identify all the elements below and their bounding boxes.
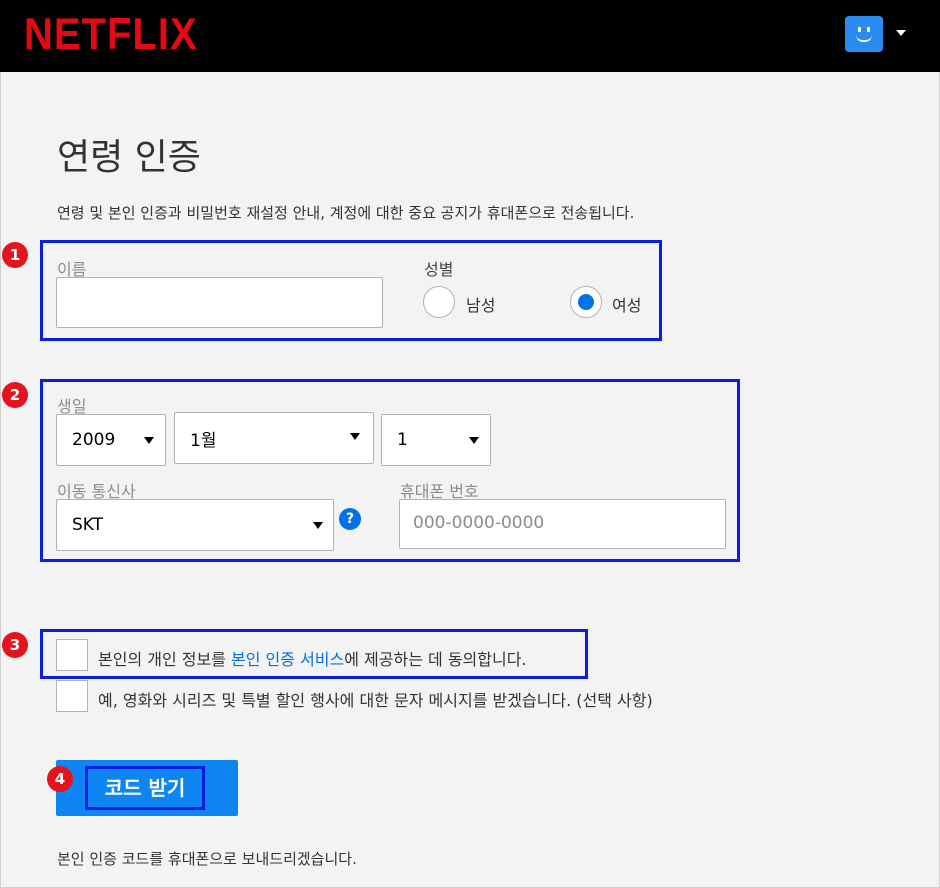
chevron-down-icon [144, 437, 154, 444]
get-code-button[interactable]: 코드 받기 [56, 760, 238, 816]
chevron-down-icon [350, 433, 360, 440]
chevron-down-icon [469, 437, 479, 444]
birth-year-select[interactable]: 2009 [56, 414, 166, 466]
gender-label: 성별 [424, 260, 454, 279]
profile-avatar-icon[interactable] [845, 16, 883, 52]
consent-text-post: 에 제공하는 데 동의합니다. [344, 650, 527, 669]
birth-month-value: 1월 [190, 431, 217, 451]
birth-year-value: 2009 [72, 430, 116, 450]
gender-female-label[interactable]: 여성 [612, 292, 641, 316]
gender-female-radio[interactable] [570, 286, 602, 318]
profile-caret-icon[interactable] [896, 30, 906, 36]
chevron-down-icon [313, 522, 323, 529]
get-code-label: 코드 받기 [85, 766, 205, 810]
gender-male-label[interactable]: 남성 [466, 292, 495, 316]
step-badge-3: 3 [2, 632, 28, 658]
identity-service-link[interactable]: 본인 인증 서비스 [231, 650, 344, 669]
phone-input[interactable]: 000-0000-0000 [399, 499, 726, 549]
code-note: 본인 인증 코드를 휴대폰으로 보내드리겠습니다. [57, 850, 357, 868]
birth-day-value: 1 [397, 430, 408, 450]
birth-day-select[interactable]: 1 [381, 414, 491, 466]
gender-male-radio[interactable] [423, 286, 455, 318]
birth-month-select[interactable]: 1월 [174, 412, 374, 464]
phone-placeholder: 000-0000-0000 [413, 513, 545, 533]
marketing-text[interactable]: 예, 영화와 시리즈 및 특별 할인 행사에 대한 문자 메시지를 받겠습니다.… [98, 687, 653, 711]
step-badge-1: 1 [2, 242, 28, 268]
step-badge-2: 2 [2, 382, 28, 408]
consent-text-pre: 본인의 개인 정보를 [98, 650, 232, 669]
carrier-select[interactable]: SKT [56, 499, 334, 551]
name-input[interactable] [56, 277, 383, 328]
carrier-value: SKT [72, 515, 104, 535]
help-icon[interactable]: ? [339, 508, 361, 530]
step-badge-4: 4 [47, 766, 73, 792]
marketing-checkbox[interactable] [56, 680, 88, 712]
consent-text[interactable]: 본인의 개인 정보를 본인 인증 서비스에 제공하는 데 동의합니다. [98, 646, 527, 670]
page-title: 연령 인증 [57, 137, 201, 178]
netflix-logo[interactable]: NETFLIX [24, 10, 198, 60]
top-header: NETFLIX [0, 0, 940, 72]
page-description: 연령 및 본인 인증과 비밀번호 재설정 안내, 계정에 대한 중요 공지가 휴… [57, 204, 635, 222]
consent-checkbox[interactable] [56, 639, 88, 671]
